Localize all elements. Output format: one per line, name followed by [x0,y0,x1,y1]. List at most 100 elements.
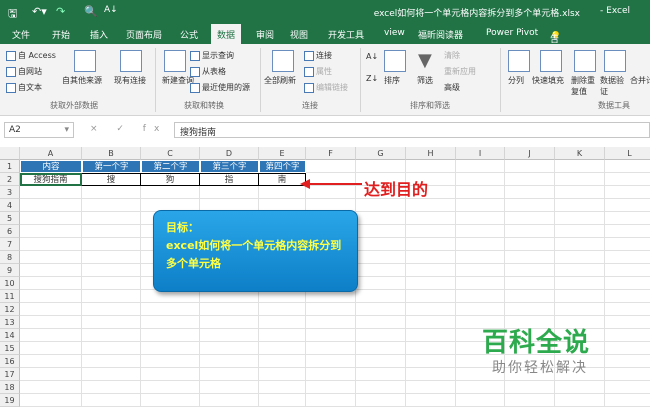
cell[interactable] [356,264,406,277]
column-header[interactable]: K [555,147,605,160]
column-header[interactable]: I [456,147,505,160]
cell[interactable] [406,381,456,394]
cell[interactable] [505,212,555,225]
recent-sources-button[interactable]: 最近使用的源 [190,82,250,93]
cell[interactable]: 第一个字 [82,160,141,173]
cell[interactable] [356,160,406,173]
row-header[interactable]: 1 [0,160,20,173]
row-header[interactable]: 10 [0,277,20,290]
cell[interactable] [306,355,356,368]
cell[interactable] [141,316,200,329]
cell[interactable] [505,264,555,277]
cell[interactable] [306,368,356,381]
cell[interactable] [356,316,406,329]
row-header[interactable]: 17 [0,368,20,381]
tab-file[interactable]: 文件 [12,28,30,41]
cell[interactable] [356,290,406,303]
cell[interactable] [555,303,605,316]
cell[interactable] [456,303,505,316]
cell[interactable] [356,199,406,212]
cell[interactable] [306,316,356,329]
clear-button[interactable]: 清除 [444,50,460,61]
properties-button[interactable]: 属性 [304,66,332,77]
cell[interactable] [605,264,650,277]
cell[interactable] [456,394,505,407]
cell[interactable] [306,342,356,355]
cell[interactable] [605,173,650,186]
cell[interactable] [505,290,555,303]
cell[interactable] [555,381,605,394]
cell[interactable] [505,394,555,407]
cell[interactable] [141,303,200,316]
cell[interactable] [605,355,650,368]
cell[interactable] [82,225,141,238]
cell[interactable] [82,316,141,329]
redo-icon[interactable]: ↷ [56,5,65,18]
cell[interactable] [406,355,456,368]
cell[interactable] [306,160,356,173]
undo-icon[interactable]: ↶▾ [32,5,47,18]
cell[interactable] [82,381,141,394]
cell[interactable] [356,277,406,290]
consolidate-button[interactable]: 合并计 [630,75,650,86]
cell[interactable] [259,394,306,407]
cell[interactable] [605,251,650,264]
cell[interactable] [20,251,82,264]
row-header[interactable]: 11 [0,290,20,303]
cell[interactable] [259,303,306,316]
cell[interactable] [141,342,200,355]
cell[interactable] [356,251,406,264]
cell[interactable] [505,186,555,199]
cell[interactable] [306,303,356,316]
cell[interactable] [82,329,141,342]
cell[interactable] [82,368,141,381]
cell[interactable] [306,394,356,407]
cell[interactable] [406,225,456,238]
row-header[interactable]: 2 [0,173,20,186]
cell[interactable] [200,355,259,368]
cell[interactable] [555,251,605,264]
sort-az-icon[interactable]: A↓ [366,52,378,61]
cell[interactable] [505,173,555,186]
cell[interactable] [141,329,200,342]
cell[interactable] [605,368,650,381]
existing-connections-button[interactable]: 现有连接 [114,75,146,86]
show-queries-button[interactable]: 显示查询 [190,50,234,61]
cell[interactable] [356,368,406,381]
cell[interactable] [200,303,259,316]
row-header[interactable]: 3 [0,186,20,199]
cell[interactable] [555,290,605,303]
cell[interactable] [20,342,82,355]
cell[interactable]: 第二个字 [141,160,200,173]
tab-home[interactable]: 开始 [52,28,70,41]
column-header[interactable]: F [306,147,356,160]
cell[interactable] [456,381,505,394]
tab-developer[interactable]: 开发工具 [328,28,364,41]
cell[interactable] [605,199,650,212]
column-header[interactable]: D [200,147,259,160]
cell[interactable] [141,186,200,199]
column-header[interactable]: G [356,147,406,160]
cell[interactable] [456,238,505,251]
formula-input[interactable]: 搜狗指南 [174,122,650,138]
cell[interactable] [555,199,605,212]
other-sources-button[interactable]: 自其他来源 [62,75,102,86]
cell[interactable] [82,394,141,407]
cell[interactable] [20,277,82,290]
cell[interactable] [456,251,505,264]
row-header[interactable]: 9 [0,264,20,277]
cell[interactable] [259,381,306,394]
cell[interactable] [555,264,605,277]
cell[interactable] [20,212,82,225]
cell[interactable] [306,329,356,342]
cell[interactable] [20,264,82,277]
flash-fill-button[interactable]: 快速填充 [532,75,564,86]
row-header[interactable]: 5 [0,212,20,225]
cell[interactable] [456,290,505,303]
cell[interactable] [20,329,82,342]
tab-formulas[interactable]: 公式 [180,28,198,41]
connections-button[interactable]: 连接 [304,50,332,61]
cell[interactable] [456,160,505,173]
cell[interactable] [82,264,141,277]
cell[interactable] [456,173,505,186]
